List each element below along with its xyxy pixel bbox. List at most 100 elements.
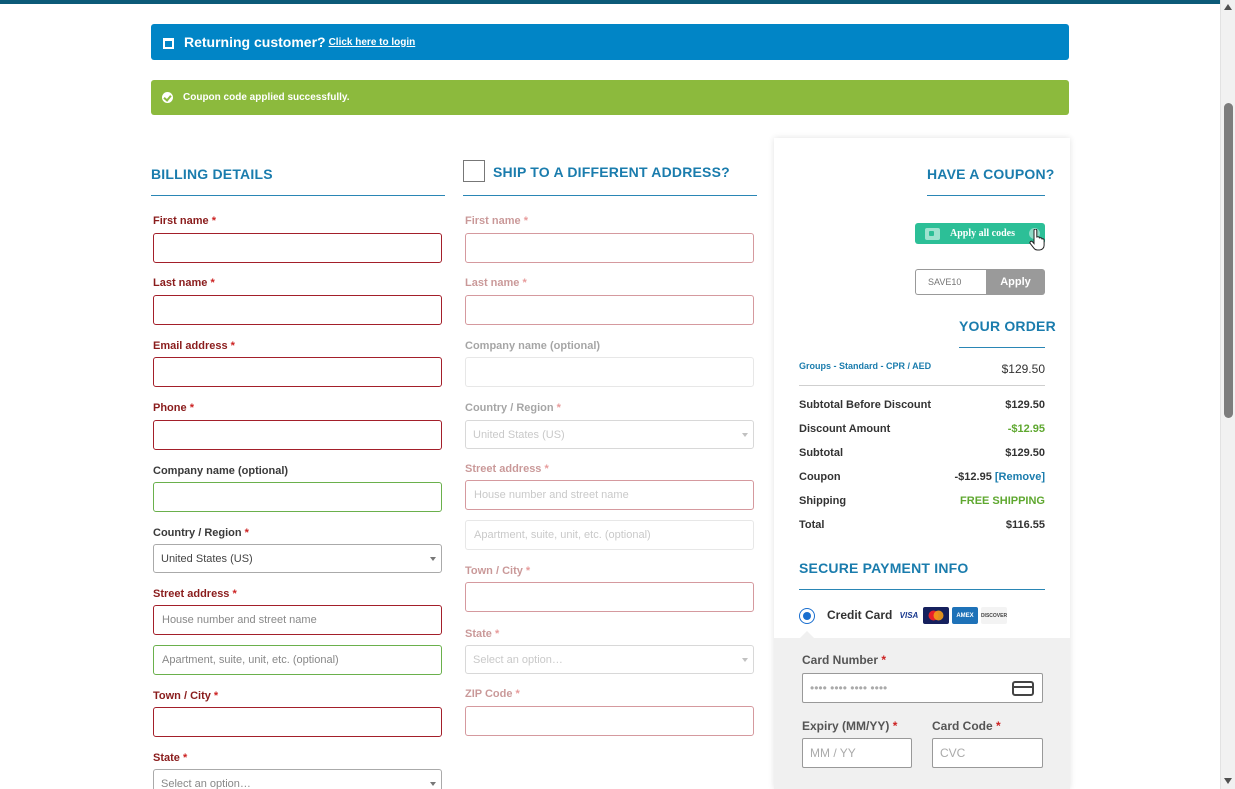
order-item-name[interactable]: Groups - Standard - CPR / AED	[799, 361, 931, 371]
shipping-row: Shipping FREE SHIPPING	[799, 495, 1045, 507]
window-icon	[163, 37, 174, 49]
order-heading: YOUR ORDER	[959, 318, 1056, 334]
visa-icon: VISA	[896, 607, 922, 624]
dropdown-arrow-icon	[742, 433, 748, 437]
shipping-last-name-input[interactable]	[465, 295, 754, 325]
card-code-input[interactable]: CVC	[932, 738, 1043, 768]
shipping-country-value: United States (US)	[473, 428, 565, 441]
billing-heading: BILLING DETAILS	[151, 166, 273, 182]
order-divider	[799, 385, 1045, 386]
billing-company-input[interactable]	[153, 482, 442, 512]
shipping-company-input[interactable]	[465, 357, 754, 387]
amex-icon: AMEX	[952, 607, 978, 624]
expiry-label: Expiry (MM/YY) *	[802, 719, 898, 733]
coupon-success-text: Coupon code applied successfully.	[183, 92, 350, 103]
card-number-label: Card Number *	[802, 653, 887, 667]
shipping-state-label: State *	[465, 628, 500, 640]
discover-icon: DISCOVER	[981, 607, 1007, 624]
order-heading-rule	[959, 347, 1045, 348]
scrollbar-thumb[interactable]	[1224, 103, 1233, 418]
billing-last-name-label: Last name *	[153, 277, 215, 289]
shipping-zip-input[interactable]	[465, 706, 754, 736]
billing-country-value: United States (US)	[161, 552, 253, 565]
billing-state-select[interactable]: Select an option…	[153, 769, 442, 789]
coupon-code-input[interactable]	[915, 269, 987, 295]
scroll-up-arrow-icon[interactable]	[1224, 4, 1232, 10]
discount-amount-row: Discount Amount -$12.95	[799, 423, 1045, 435]
scroll-down-arrow-icon[interactable]	[1224, 778, 1232, 784]
billing-street-label: Street address *	[153, 588, 237, 600]
subtotal-before-discount-row: Subtotal Before Discount $129.50	[799, 399, 1045, 411]
shipping-first-name-input[interactable]	[465, 233, 754, 263]
returning-customer-notice: Returning customer? Click here to login	[151, 24, 1069, 60]
top-accent-bar	[0, 0, 1220, 4]
shipping-company-label: Company name (optional)	[465, 340, 601, 352]
total-row: Total $116.55	[799, 519, 1045, 531]
order-item-price: $129.50	[1001, 362, 1045, 376]
payment-heading: SECURE PAYMENT INFO	[799, 560, 969, 576]
billing-phone-input[interactable]	[153, 420, 442, 450]
billing-company-label: Company name (optional)	[153, 465, 289, 477]
billing-heading-rule	[151, 195, 445, 196]
billing-email-label: Email address *	[153, 340, 235, 352]
shipping-zip-label: ZIP Code *	[465, 688, 520, 700]
apply-all-codes-button[interactable]: Apply all codes	[915, 223, 1045, 244]
billing-phone-label: Phone *	[153, 402, 194, 414]
shipping-state-value: Select an option…	[473, 653, 563, 666]
billing-state-label: State *	[153, 752, 188, 764]
coupon-row: Coupon -$12.95 [Remove]	[799, 471, 1045, 483]
card-code-placeholder: CVC	[940, 746, 966, 760]
page-scrollbar[interactable]	[1220, 0, 1235, 789]
shipping-city-label: Town / City *	[465, 565, 531, 577]
shipping-first-name-label: First name *	[465, 215, 528, 227]
credit-card-label[interactable]: Credit Card	[827, 608, 892, 622]
billing-first-name-label: First name *	[153, 215, 216, 227]
returning-customer-text: Returning customer?	[184, 34, 326, 50]
ship-different-checkbox[interactable]	[463, 160, 485, 182]
payment-panel-pointer	[800, 631, 814, 638]
shipping-heading-rule	[463, 195, 757, 196]
check-circle-icon	[162, 92, 173, 103]
card-number-input[interactable]: •••• •••• •••• ••••	[802, 673, 1043, 703]
login-link[interactable]: Click here to login	[329, 37, 416, 48]
billing-first-name-input[interactable]	[153, 233, 442, 263]
coupon-heading-rule	[927, 195, 1045, 196]
billing-country-label: Country / Region *	[153, 527, 249, 539]
billing-last-name-input[interactable]	[153, 295, 442, 325]
billing-city-input[interactable]	[153, 707, 442, 737]
billing-email-input[interactable]	[153, 357, 442, 387]
card-code-label: Card Code *	[932, 719, 1001, 733]
billing-city-label: Town / City *	[153, 690, 219, 702]
hand-pointer-icon	[1029, 229, 1045, 251]
apply-coupon-button[interactable]: Apply	[986, 269, 1045, 295]
remove-coupon-link[interactable]: [Remove]	[995, 471, 1045, 483]
coupon-tag-icon	[925, 227, 940, 240]
card-number-placeholder: •••• •••• •••• ••••	[810, 681, 888, 695]
shipping-street-label: Street address *	[465, 463, 549, 475]
credit-card-radio[interactable]	[799, 608, 815, 624]
credit-card-icon	[1012, 681, 1034, 696]
shipping-country-label: Country / Region *	[465, 402, 561, 414]
shipping-apartment-input[interactable]	[465, 520, 754, 550]
shipping-state-select[interactable]: Select an option…	[465, 645, 754, 674]
shipping-heading: SHIP TO A DIFFERENT ADDRESS?	[493, 164, 730, 180]
expiry-input[interactable]: MM / YY	[802, 738, 912, 768]
billing-country-select[interactable]: United States (US)	[153, 544, 442, 573]
shipping-country-select[interactable]: United States (US)	[465, 420, 754, 449]
shipping-last-name-label: Last name *	[465, 277, 527, 289]
expiry-placeholder: MM / YY	[810, 746, 856, 760]
dropdown-arrow-icon	[430, 782, 436, 786]
shipping-city-input[interactable]	[465, 582, 754, 612]
mastercard-icon	[923, 607, 949, 624]
payment-heading-rule	[799, 589, 1045, 590]
billing-street-input[interactable]	[153, 605, 442, 635]
shipping-street-input[interactable]	[465, 480, 754, 510]
dropdown-arrow-icon	[742, 658, 748, 662]
coupon-success-notice: Coupon code applied successfully.	[151, 80, 1069, 115]
apply-all-codes-label: Apply all codes	[950, 228, 1016, 239]
billing-state-value: Select an option…	[161, 777, 251, 789]
dropdown-arrow-icon	[430, 557, 436, 561]
subtotal-row: Subtotal $129.50	[799, 447, 1045, 459]
coupon-heading: HAVE A COUPON?	[927, 166, 1055, 182]
billing-apartment-input[interactable]	[153, 645, 442, 675]
